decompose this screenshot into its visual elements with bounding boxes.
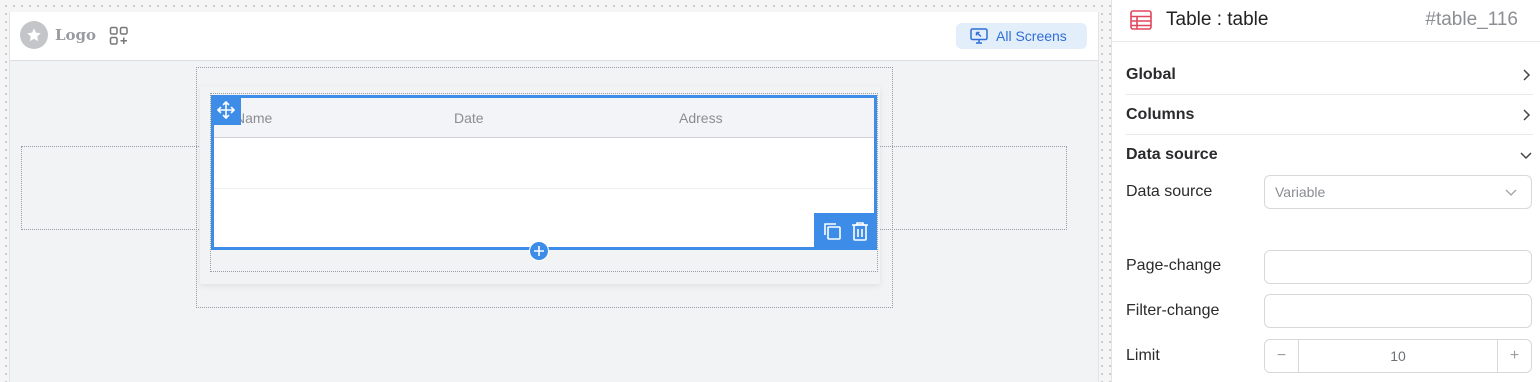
chevron-right-icon bbox=[1519, 108, 1533, 122]
data-source-label: Data source bbox=[1126, 183, 1213, 200]
monitor-icon bbox=[970, 28, 988, 44]
add-row-icon[interactable] bbox=[529, 241, 549, 261]
add-component-icon[interactable] bbox=[109, 26, 131, 48]
data-source-select[interactable]: Variable bbox=[1264, 175, 1532, 209]
limit-label: Limit bbox=[1126, 347, 1160, 364]
limit-value[interactable]: 10 bbox=[1299, 340, 1497, 372]
panel-header: Table : table #table_116 bbox=[1112, 0, 1540, 42]
star-icon bbox=[20, 21, 48, 49]
section-data-source[interactable]: Data source bbox=[1126, 135, 1533, 175]
section-columns[interactable]: Columns bbox=[1126, 95, 1533, 135]
column-header-date: Date bbox=[454, 110, 484, 126]
panel-title: Table : table bbox=[1166, 9, 1269, 30]
table-icon bbox=[1130, 10, 1152, 30]
section-data-source-label: Data source bbox=[1126, 146, 1218, 163]
chevron-down-icon bbox=[1519, 148, 1533, 162]
section-global[interactable]: Global bbox=[1126, 55, 1533, 95]
all-screens-button[interactable]: All Screens bbox=[956, 23, 1087, 49]
logo-text: Logo bbox=[55, 26, 97, 44]
plus-icon[interactable]: + bbox=[1497, 340, 1531, 372]
page-change-input[interactable] bbox=[1264, 250, 1532, 284]
component-id: #table_116 bbox=[1425, 9, 1518, 30]
component-action-bar bbox=[814, 213, 877, 249]
table-row bbox=[214, 189, 874, 239]
table-row bbox=[214, 139, 874, 189]
screen-header: Logo All Screens bbox=[10, 12, 1098, 61]
page-change-label: Page-change bbox=[1126, 257, 1222, 274]
chevron-down-icon bbox=[1505, 186, 1517, 198]
limit-stepper: − 10 + bbox=[1264, 339, 1532, 373]
duplicate-icon[interactable] bbox=[822, 221, 842, 241]
move-handle-icon[interactable] bbox=[211, 95, 241, 125]
all-screens-label: All Screens bbox=[996, 28, 1067, 44]
filter-change-label: Filter-change bbox=[1126, 302, 1220, 319]
properties-panel: Table : table #table_116 Global Columns … bbox=[1111, 0, 1540, 382]
minus-icon[interactable]: − bbox=[1265, 340, 1299, 372]
column-header-adress: Adress bbox=[679, 110, 723, 126]
design-canvas[interactable]: Logo All Screens Name Date Adress bbox=[0, 0, 1111, 382]
filter-change-input[interactable] bbox=[1264, 294, 1532, 328]
data-source-value: Variable bbox=[1275, 184, 1326, 200]
table-header: Name Date Adress bbox=[214, 98, 874, 138]
section-global-label: Global bbox=[1126, 65, 1176, 83]
trash-icon[interactable] bbox=[851, 221, 869, 241]
table-component[interactable]: Name Date Adress bbox=[211, 95, 877, 250]
chevron-right-icon bbox=[1519, 68, 1533, 82]
section-columns-label: Columns bbox=[1126, 105, 1195, 123]
